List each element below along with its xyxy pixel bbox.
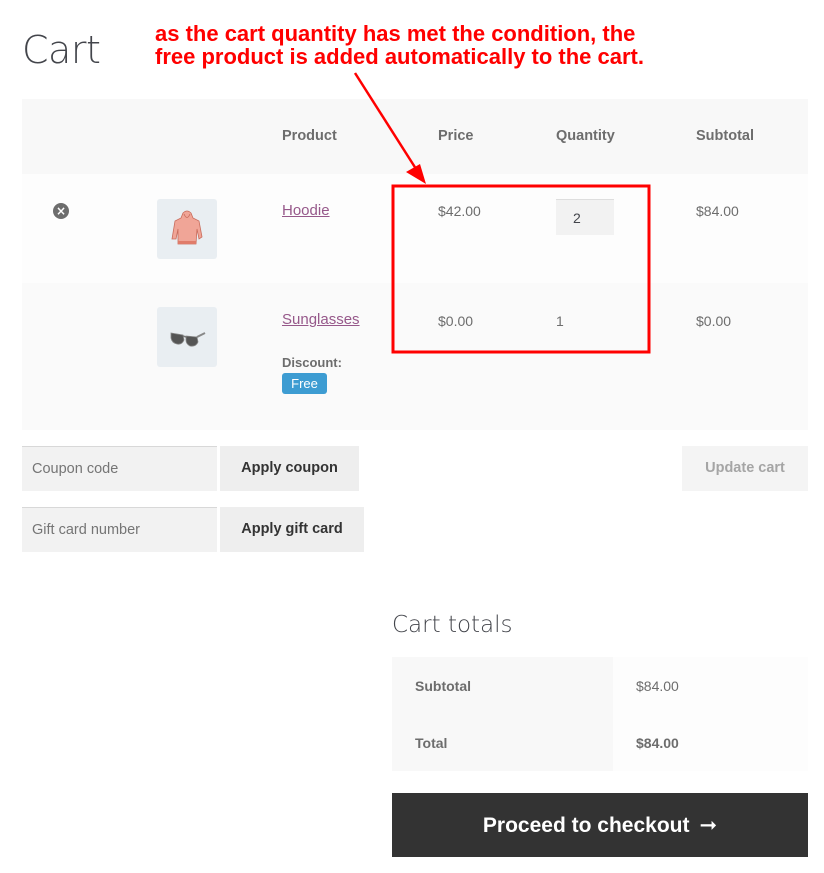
- gift-card-input[interactable]: [22, 507, 217, 552]
- header-subtotal: Subtotal: [696, 128, 754, 144]
- cart-totals-table: Subtotal $84.00 Total $84.00: [392, 657, 808, 771]
- quantity-cell: 1: [556, 313, 564, 329]
- header-quantity: Quantity: [556, 128, 615, 144]
- totals-subtotal-label: Subtotal: [415, 678, 471, 694]
- hoodie-icon: [171, 210, 203, 245]
- subtotal-cell: $84.00: [696, 203, 739, 219]
- annotation-line-2: free product is added automatically to t…: [155, 44, 644, 69]
- subtotal-cell: $0.00: [696, 313, 732, 329]
- price-cell: $0.00: [438, 313, 474, 329]
- price-cell: $42.00: [438, 203, 481, 219]
- apply-gift-card-button[interactable]: Apply gift card: [220, 507, 364, 552]
- cart-totals-title: Cart totals: [392, 612, 513, 638]
- arrow-right-icon: ➞: [699, 813, 718, 837]
- product-thumbnail[interactable]: [157, 199, 217, 259]
- product-thumbnail[interactable]: [157, 307, 217, 367]
- free-badge: Free: [282, 373, 327, 394]
- quantity-input[interactable]: [556, 199, 614, 235]
- product-link-hoodie[interactable]: Hoodie: [282, 202, 330, 219]
- apply-coupon-button[interactable]: Apply coupon: [220, 446, 359, 491]
- product-link-sunglasses[interactable]: Sunglasses: [282, 311, 360, 328]
- discount-label: Discount:: [282, 355, 342, 370]
- remove-item-icon[interactable]: ×: [53, 203, 69, 219]
- update-cart-button[interactable]: Update cart: [682, 446, 808, 491]
- annotation-text: as the cart quantity has met the conditi…: [155, 22, 644, 68]
- proceed-to-checkout-button[interactable]: Proceed to checkout ➞: [392, 793, 808, 857]
- table-row: × Hoodie $42.00 $84.00: [22, 174, 808, 283]
- coupon-code-input[interactable]: [22, 446, 217, 491]
- header-product: Product: [282, 128, 337, 144]
- cart-table: Product Price Quantity Subtotal × Hoodie…: [22, 99, 808, 430]
- sunglasses-icon: [170, 332, 206, 347]
- header-price: Price: [438, 128, 474, 144]
- totals-subtotal-value: $84.00: [636, 678, 679, 694]
- totals-total-label: Total: [415, 735, 448, 751]
- totals-total-value: $84.00: [636, 735, 679, 751]
- annotation-line-1: as the cart quantity has met the conditi…: [155, 21, 636, 46]
- page-title: Cart: [22, 28, 101, 72]
- table-header: Product Price Quantity Subtotal: [22, 99, 808, 174]
- table-row: Sunglasses Discount: Free $0.00 1 $0.00: [22, 283, 808, 430]
- checkout-label: Proceed to checkout: [482, 814, 690, 837]
